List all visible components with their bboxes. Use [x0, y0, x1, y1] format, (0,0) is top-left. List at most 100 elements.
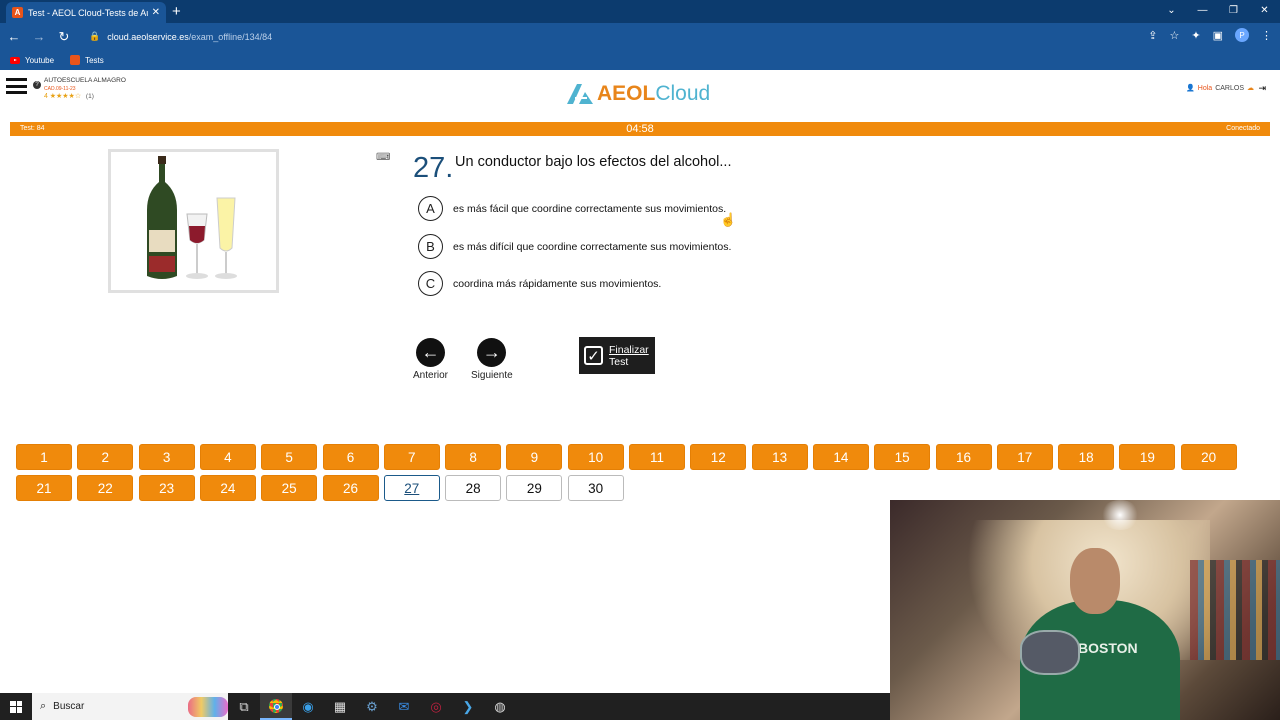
rating-value: 4 [44, 93, 48, 100]
browser-tab[interactable]: A Test - AEOL Cloud-Tests de Auto ✕ [6, 2, 166, 23]
hand-cursor-icon: ☝ [720, 212, 737, 227]
previous-button[interactable]: ← Anterior [413, 338, 448, 381]
greeting-prefix: Hola [1197, 84, 1213, 92]
menu-kebab-icon[interactable]: ⋮ [1261, 29, 1272, 42]
shirt-text: BOSTON [1078, 640, 1138, 656]
restore-button[interactable]: ❐ [1218, 0, 1249, 23]
powershell-taskbar-icon[interactable]: ❯ [452, 693, 484, 720]
question-grid-button[interactable]: 11 [629, 444, 685, 470]
question-grid-button[interactable]: 7 [383, 444, 440, 470]
finish-label: Finalizar Test [609, 344, 649, 368]
finish-test-button[interactable]: ✓ Finalizar Test [579, 337, 655, 374]
finish-label-line2: Test [609, 355, 629, 368]
edge-taskbar-icon[interactable]: ◉ [292, 693, 324, 720]
question-grid-button[interactable]: 19 [1119, 444, 1176, 470]
webcam-overlay: BOSTON [890, 500, 1280, 720]
app-taskbar-icon[interactable]: ◎ [420, 693, 452, 720]
question-grid-button[interactable]: 3 [138, 444, 195, 470]
user-name: CARLOS [1215, 84, 1244, 92]
window-controls: ⌄ — ❐ ✕ [1156, 0, 1280, 23]
question-grid-button[interactable]: 17 [996, 444, 1053, 470]
keyboard-icon[interactable]: ⌨ [376, 152, 390, 163]
chrome-taskbar-icon[interactable] [260, 693, 292, 720]
answer-option-c[interactable]: C coordina más rápidamente sus movimient… [418, 271, 661, 296]
bookmark-label: Youtube [25, 55, 55, 65]
question-grid-button[interactable]: 23 [138, 475, 195, 501]
question-grid-button[interactable]: 13 [751, 444, 808, 470]
option-letter: B [418, 234, 443, 259]
browser-actions: ⇪ ☆ ✦ ▣ P ⋮ [1148, 28, 1272, 42]
tab-close-icon[interactable]: ✕ [152, 7, 160, 18]
question-grid-button[interactable]: 18 [1058, 444, 1115, 470]
minimize-button[interactable]: — [1187, 0, 1218, 23]
obs-taskbar-icon[interactable]: ◍ [484, 693, 516, 720]
new-tab-button[interactable]: + [172, 3, 181, 20]
reload-icon[interactable]: ↻ [53, 29, 75, 45]
windows-start-icon[interactable] [0, 693, 32, 720]
user-icon: 👤 [1186, 85, 1195, 92]
close-window-button[interactable]: ✕ [1249, 0, 1280, 23]
url-field[interactable]: 🔒 cloud.aeolservice.es/exam_offline/134/… [89, 31, 272, 42]
steam-taskbar-icon[interactable]: ⚙ [356, 693, 388, 720]
question-grid-button[interactable]: 24 [199, 475, 256, 501]
youtube-icon [10, 56, 20, 64]
question-grid-button[interactable]: 4 [199, 444, 256, 470]
next-button[interactable]: → Siguiente [471, 338, 513, 381]
extensions-icon[interactable]: ✦ [1191, 29, 1200, 42]
back-icon[interactable]: ← [3, 29, 25, 44]
logout-icon[interactable]: ⇥ [1258, 83, 1266, 94]
question-grid-button[interactable]: 9 [506, 444, 563, 470]
arrow-right-icon: → [477, 338, 507, 367]
question-grid-button[interactable]: 21 [16, 475, 72, 501]
content-panel [6, 527, 890, 693]
bookmark-star-icon[interactable]: ☆ [1170, 29, 1180, 42]
question-grid-button[interactable]: 25 [261, 475, 318, 501]
question-image [108, 149, 279, 293]
countdown-timer: 04:58 [626, 123, 654, 135]
question-grid-button[interactable]: 20 [1180, 444, 1237, 470]
question-grid-button[interactable]: 1 [16, 444, 72, 470]
question-grid-button[interactable]: 12 [690, 444, 747, 470]
question-grid-button[interactable]: 29 [506, 475, 563, 501]
address-bar: ← → ↻ 🔒 cloud.aeolservice.es/exam_offlin… [0, 23, 1280, 50]
tab-search-icon[interactable]: ⌄ [1156, 0, 1187, 23]
question-text: Un conductor bajo los efectos del alcoho… [455, 154, 732, 170]
store-taskbar-icon[interactable]: ▦ [324, 693, 356, 720]
ceiling-light [1100, 500, 1140, 530]
question-grid-button[interactable]: 26 [322, 475, 379, 501]
user-greeting[interactable]: 👤 Hola CARLOS ☁ [1186, 84, 1254, 93]
question-grid-button[interactable]: 6 [322, 444, 379, 470]
bookmark-youtube[interactable]: Youtube [10, 56, 54, 65]
question-grid-button[interactable]: 2 [77, 444, 134, 470]
question-grid-button[interactable]: 14 [812, 444, 869, 470]
question-grid-button[interactable]: 8 [445, 444, 502, 470]
question-grid-button[interactable]: 27 [383, 475, 440, 501]
question-grid-button[interactable]: 15 [874, 444, 931, 470]
help-icon[interactable]: ? [33, 81, 41, 89]
mail-taskbar-icon[interactable]: ✉ [388, 693, 420, 720]
taskbar-search[interactable]: ⌕ Buscar [32, 693, 228, 720]
task-view-icon[interactable]: ⧉ [228, 693, 260, 720]
share-icon[interactable]: ⇪ [1148, 29, 1157, 42]
wine-bottle-glasses-image [147, 156, 237, 279]
person-head [1070, 548, 1120, 614]
question-grid-button[interactable]: 5 [261, 444, 318, 470]
app-header: ? AUTOESCUELA ALMAGRO CAD.09-11-23 4 ★★★… [0, 72, 1280, 120]
aeol-favicon-icon: A [12, 7, 23, 18]
side-panel-icon[interactable]: ▣ [1213, 29, 1223, 42]
forward-icon[interactable]: → [28, 29, 50, 44]
bookmark-label: Tests [85, 55, 104, 65]
question-grid-button[interactable]: 10 [567, 444, 624, 470]
question-grid-button[interactable]: 16 [935, 444, 992, 470]
profile-avatar[interactable]: P [1235, 28, 1249, 42]
next-label: Siguiente [471, 370, 513, 381]
question-grid-button[interactable]: 22 [77, 475, 134, 501]
question-grid-button[interactable]: 28 [445, 475, 502, 501]
aeol-logo-icon [567, 84, 593, 104]
answer-option-a[interactable]: A es más fácil que coordine correctament… [418, 196, 726, 221]
hamburger-menu-icon[interactable] [6, 78, 27, 94]
logo-text-cloud: Cloud [655, 82, 711, 105]
answer-option-b[interactable]: B es más difícil que coordine correctame… [418, 234, 731, 259]
bookmark-tests[interactable]: Tests [70, 55, 104, 65]
question-grid-button[interactable]: 30 [567, 475, 624, 501]
